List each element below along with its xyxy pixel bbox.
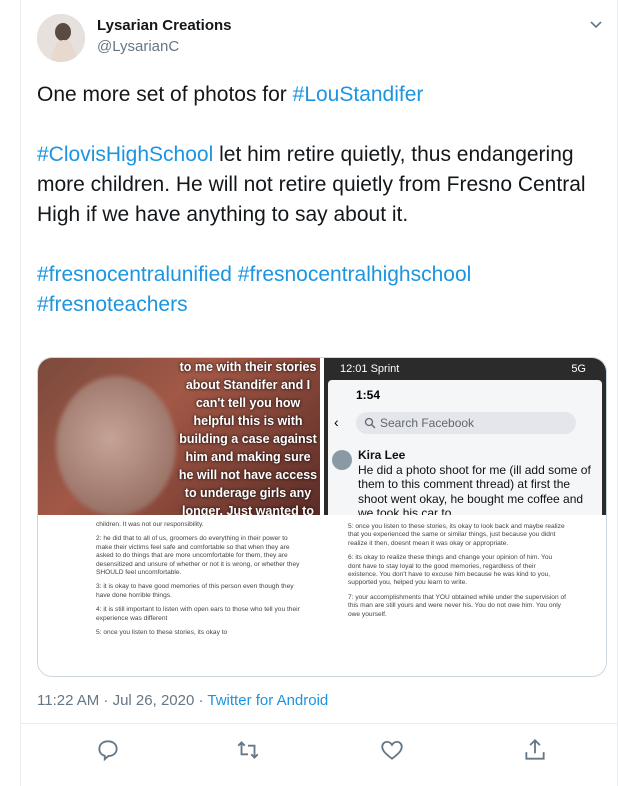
facebook-screenshot: 1:54 ‹ Search Facebook Kira Lee He did a… [328,380,602,515]
hashtag-fresnocentralhighschool[interactable]: #fresnocentralhighschool [238,263,471,286]
tweet-paragraph-1: One more set of photos for #LouStandifer [37,80,597,110]
doc-paragraph: 5: once you listen to these stories, its… [348,523,565,547]
tweet-paragraph-3: #fresnocentralunified #fresnocentralhigh… [37,260,597,320]
tweet-timestamp[interactable]: 11:22 AM · Jul 26, 2020 · [37,692,207,709]
blurred-face-image [56,376,176,515]
doc-paragraph: 7: your accomplishments that YOU obtaine… [348,593,566,618]
doc-paragraph: 3: it is okay to have good memories of t… [96,583,294,599]
like-icon[interactable] [379,737,405,763]
facebook-search-box: Search Facebook [356,412,576,434]
media-grid: to me with their stories about Standifer… [37,357,607,677]
photo-4[interactable]: 5: once you listen to these stories, its… [324,519,606,676]
tweet-meta: 11:22 AM · Jul 26, 2020 · Twitter for An… [37,692,328,709]
column-border-left [20,0,21,786]
document-text-right: 5: once you listen to these stories, its… [324,519,606,619]
tweet-source[interactable]: Twitter for Android [207,692,328,709]
document-text-left: children. It was not our responsibility.… [38,519,320,637]
author-handle[interactable]: @LysarianC [97,38,179,55]
divider [21,723,617,724]
comment-text: He did a photo shoot for me (ill add som… [358,462,591,516]
reply-icon[interactable] [95,737,121,763]
author-name[interactable]: Lysarian Creations [97,17,232,34]
doc-paragraph: 5: once you listen to these stories, its… [96,629,228,637]
avatar-image [37,14,85,62]
tweet-text-segment: One more set of photos for [37,83,293,106]
photo-1-caption: to me with their stories about Standifer… [178,360,318,515]
doc-paragraph: children. It was not our responsibility. [96,521,204,528]
hashtag-fresnocentralunified[interactable]: #fresnocentralunified [37,263,232,286]
photo-2[interactable]: 12:01 Sprint 5G 1:54 ‹ Search Facebook K… [324,358,606,515]
tweet-paragraph-2: #ClovisHighSchool let him retire quietly… [37,140,597,230]
status-network: 5G [571,363,586,375]
photo-1[interactable]: to me with their stories about Standifer… [38,358,320,515]
doc-paragraph: 4: it is still important to listen with … [96,606,300,622]
back-arrow-icon: ‹ [334,414,339,430]
status-time: 12:01 Sprint [340,363,400,375]
photo-3[interactable]: children. It was not our responsibility.… [38,519,320,676]
share-icon[interactable] [522,737,548,763]
inner-time: 1:54 [356,388,381,402]
avatar[interactable] [37,14,85,62]
commenter-avatar [332,450,352,470]
hashtag-fresnoteachers[interactable]: #fresnoteachers [37,293,188,316]
comment-author: Kira Lee [358,448,406,462]
search-placeholder: Search Facebook [380,416,475,430]
retweet-icon[interactable] [235,737,261,763]
doc-paragraph: 6: its okay to realize these things and … [348,554,553,587]
search-icon [364,417,376,429]
tweet-text: One more set of photos for #LouStandifer… [37,80,597,350]
hashtag-loustandifer[interactable]: #LouStandifer [293,83,424,106]
phone-status-bar: 12:01 Sprint 5G [324,358,606,380]
facebook-comment: Kira Lee He did a photo shoot for me (il… [358,448,594,515]
doc-paragraph: 2: he did that to all of us, groomers do… [96,535,300,577]
hashtag-clovishighschool[interactable]: #ClovisHighSchool [37,143,213,166]
chevron-down-icon[interactable] [586,14,606,34]
tweet-card: Lysarian Creations @LysarianC One more s… [0,0,618,786]
